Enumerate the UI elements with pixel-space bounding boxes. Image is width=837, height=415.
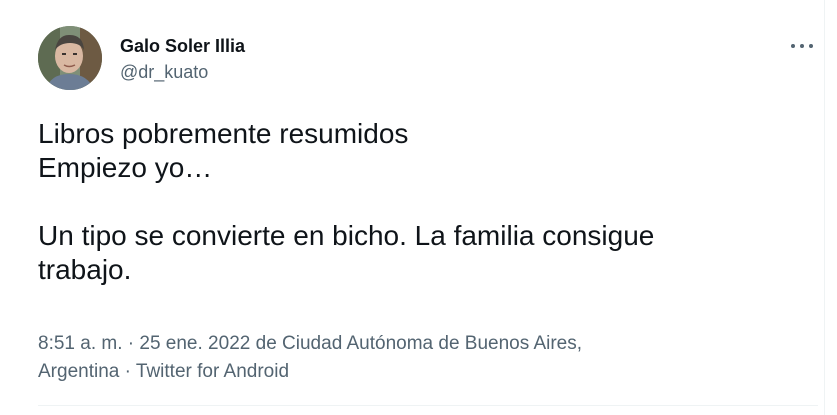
tweet-text-line: Un tipo se convierte en bicho. La famili… (38, 220, 655, 251)
author-display-name[interactable]: Galo Soler Illia (120, 35, 245, 57)
avatar[interactable] (38, 26, 102, 90)
tweet-time-link[interactable]: 8:51 a. m. (38, 333, 123, 354)
more-dot (800, 44, 804, 48)
tweet-card: Galo Soler Illia @dr_kuato Libros pobrem… (0, 0, 837, 415)
user-photo-avatar-icon (38, 26, 102, 90)
tweet-text-blank-line (38, 185, 798, 219)
location-prefix: de (255, 333, 277, 354)
meta-line-2: Argentina · Twitter for Android (38, 358, 798, 386)
more-dot (791, 44, 795, 48)
author-handle[interactable]: @dr_kuato (120, 61, 245, 83)
tweet-location-link[interactable]: Ciudad Autónoma de Buenos Aires, (282, 333, 582, 354)
meta-separator: · (127, 333, 135, 354)
divider (38, 405, 818, 406)
tweet-date-link[interactable]: 25 ene. 2022 (139, 333, 250, 354)
tweet-metadata: 8:51 a. m. · 25 ene. 2022 de Ciudad Autó… (38, 330, 798, 386)
tweet-text-line: Libros pobremente resumidos (38, 118, 409, 149)
meta-line-1: 8:51 a. m. · 25 ene. 2022 de Ciudad Autó… (38, 330, 798, 358)
tweet-text-line: Empiezo yo… (38, 152, 213, 183)
more-options-icon[interactable] (789, 36, 817, 56)
tweet-location-link-cont[interactable]: Argentina (38, 361, 119, 382)
tweet-text-line: trabajo. (38, 254, 132, 285)
tweet-source-link[interactable]: Twitter for Android (136, 361, 289, 382)
more-dot (809, 44, 813, 48)
tweet-header: Galo Soler Illia @dr_kuato (38, 26, 823, 92)
tweet-text: Libros pobremente resumidos Empiezo yo… … (38, 117, 798, 287)
meta-separator: · (124, 361, 131, 382)
author-names: Galo Soler Illia @dr_kuato (120, 35, 245, 83)
card-border (824, 0, 825, 415)
